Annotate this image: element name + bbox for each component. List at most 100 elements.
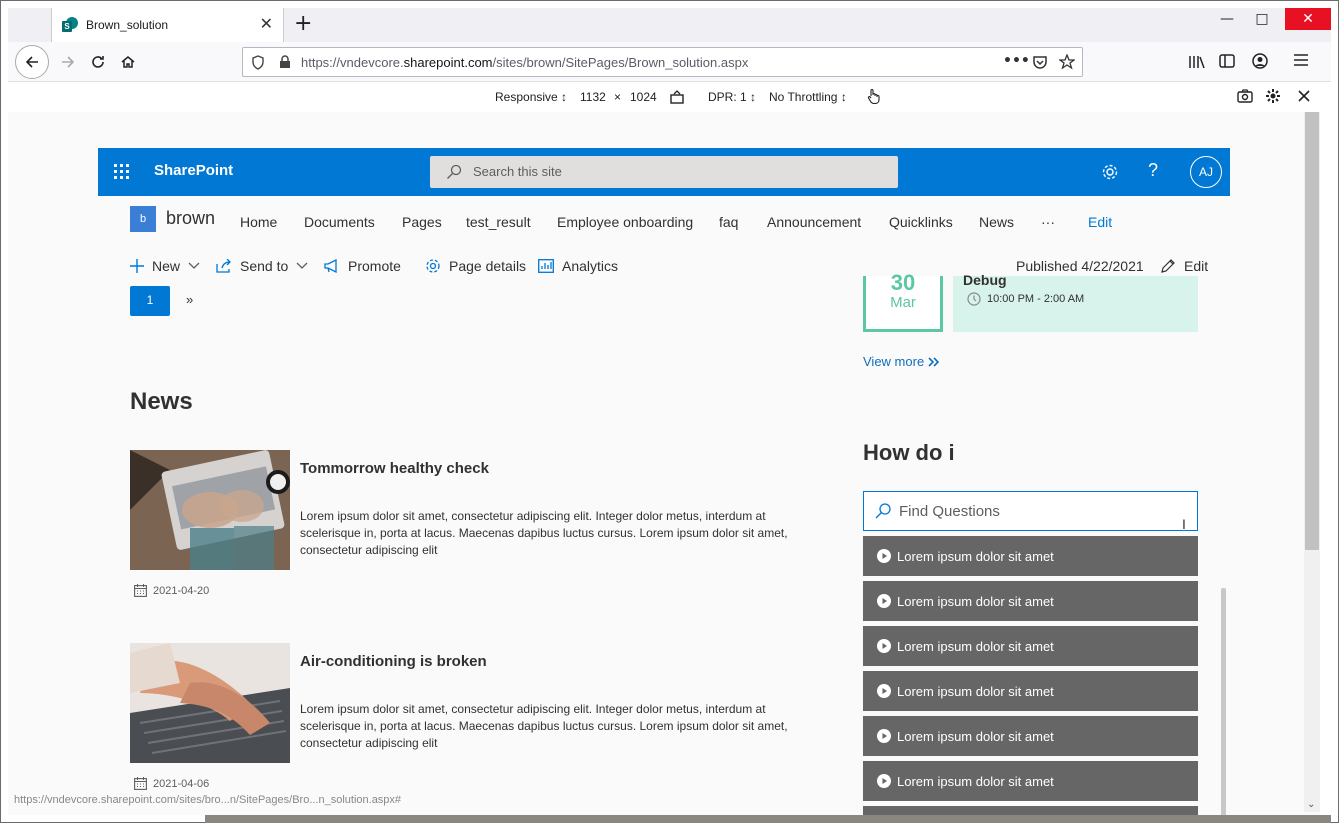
pager-next[interactable]: » bbox=[186, 292, 193, 307]
double-chevron-right-icon bbox=[928, 356, 940, 367]
page-details-label: Page details bbox=[449, 258, 527, 274]
site-logo[interactable]: b bbox=[130, 206, 156, 232]
chevron-down-icon bbox=[188, 262, 200, 269]
scroll-down-arrow-icon[interactable]: ⌄ bbox=[1307, 799, 1315, 810]
nav-item-pages[interactable]: Pages bbox=[402, 214, 442, 230]
nav-item-announcement[interactable]: Announcement bbox=[767, 214, 861, 230]
viewport-width-input[interactable]: 1132 bbox=[580, 90, 606, 104]
event-time: 10:00 PM - 2:00 AM bbox=[967, 292, 1084, 306]
text-cursor-icon: I bbox=[1182, 516, 1186, 532]
analytics-label: Analytics bbox=[562, 258, 619, 274]
news-headline[interactable]: Air-conditioning is broken bbox=[300, 653, 487, 670]
question-item[interactable]: Lorem ipsum dolor sit amet bbox=[863, 671, 1198, 711]
library-icon[interactable] bbox=[1188, 54, 1206, 70]
screenshot-camera-icon[interactable] bbox=[1237, 89, 1253, 103]
news-date-text: 2021-04-20 bbox=[153, 584, 210, 597]
dpr-selector[interactable]: DPR: 1 ↕ bbox=[708, 90, 756, 104]
view-more-link[interactable]: View more bbox=[863, 354, 940, 369]
analytics-button[interactable]: Analytics bbox=[538, 258, 618, 274]
touch-simulation-icon[interactable] bbox=[866, 88, 880, 104]
plus-icon bbox=[130, 259, 144, 273]
event-title[interactable]: Debug bbox=[963, 272, 1007, 288]
viewport-height-input[interactable]: 1024 bbox=[630, 90, 657, 104]
back-button[interactable] bbox=[15, 45, 49, 79]
new-button[interactable]: New bbox=[130, 258, 200, 274]
nav-item-test-result[interactable]: test_result bbox=[466, 214, 531, 230]
view-more-label: View more bbox=[863, 354, 925, 369]
user-avatar[interactable]: AJ bbox=[1190, 156, 1222, 188]
minimize-button[interactable]: — bbox=[1210, 8, 1244, 30]
calendar-icon bbox=[134, 777, 147, 790]
sidebar-icon[interactable] bbox=[1219, 54, 1235, 68]
page-edit-button[interactable]: Edit bbox=[1160, 258, 1208, 274]
nav-edit-link[interactable]: Edit bbox=[1088, 214, 1112, 230]
promote-button[interactable]: Promote bbox=[324, 258, 401, 274]
sharepoint-favicon-icon: S bbox=[62, 17, 78, 33]
search-icon bbox=[875, 503, 891, 519]
page-details-button[interactable]: Page details bbox=[425, 258, 526, 274]
question-text: Lorem ipsum dolor sit amet bbox=[897, 548, 1054, 564]
nav-item-home[interactable]: Home bbox=[240, 214, 277, 230]
reload-button[interactable] bbox=[84, 48, 112, 76]
questions-scrollbar[interactable] bbox=[1221, 588, 1226, 815]
help-icon[interactable]: ? bbox=[1148, 160, 1158, 181]
device-selector[interactable]: Responsive ↕ bbox=[495, 90, 567, 104]
nav-item-news[interactable]: News bbox=[979, 214, 1014, 230]
nav-more-icon[interactable]: ··· bbox=[1041, 214, 1055, 230]
tab-close-icon[interactable]: ✕ bbox=[260, 16, 273, 32]
question-item[interactable]: Lorem ipsum dolor sit amet bbox=[863, 626, 1198, 666]
play-circle-icon bbox=[877, 594, 891, 608]
site-search-box[interactable]: Search this site bbox=[430, 156, 898, 188]
scrollbar-thumb[interactable] bbox=[1305, 112, 1319, 550]
pencil-icon bbox=[1161, 259, 1175, 273]
event-card[interactable]: 30 Mar Debug 10:00 PM - 2:00 AM bbox=[863, 270, 1198, 332]
question-item[interactable]: Lorem ipsum dolor sit amet bbox=[863, 716, 1198, 756]
new-tab-icon[interactable]: + bbox=[294, 13, 312, 35]
event-time-text: 10:00 PM - 2:00 AM bbox=[987, 293, 1085, 305]
nav-item-documents[interactable]: Documents bbox=[304, 214, 375, 230]
close-rdm-icon[interactable] bbox=[1298, 90, 1310, 102]
nav-item-quicklinks[interactable]: Quicklinks bbox=[889, 214, 953, 230]
pocket-icon[interactable] bbox=[1032, 55, 1048, 70]
throttling-selector[interactable]: No Throttling ↕ bbox=[769, 90, 847, 104]
sharepoint-brand[interactable]: SharePoint bbox=[154, 162, 233, 179]
home-button[interactable] bbox=[114, 48, 142, 76]
new-label: New bbox=[152, 258, 181, 274]
question-item[interactable]: Lorem ipsum dolor sit amet bbox=[863, 536, 1198, 576]
maximize-button[interactable]: □ bbox=[1245, 8, 1279, 30]
hamburger-menu-icon[interactable] bbox=[1294, 54, 1308, 66]
news-thumbnail-laptop-image[interactable] bbox=[130, 450, 290, 570]
settings-gear-icon[interactable] bbox=[1265, 88, 1281, 104]
account-icon[interactable] bbox=[1252, 53, 1268, 69]
page-edit-label: Edit bbox=[1184, 258, 1209, 274]
pager-page-1[interactable]: 1 bbox=[130, 286, 170, 316]
news-thumbnail-keyboard-image[interactable] bbox=[130, 643, 290, 763]
question-text: Lorem ipsum dolor sit amet bbox=[897, 638, 1054, 654]
desktop-background-strip bbox=[205, 815, 1331, 823]
nav-item-employee-onboarding[interactable]: Employee onboarding bbox=[557, 214, 693, 230]
send-to-label: Send to bbox=[240, 258, 289, 274]
browser-tab[interactable]: S Brown_solution ✕ bbox=[51, 8, 284, 42]
app-launcher-icon[interactable] bbox=[114, 164, 130, 180]
url-text: https://vndevcore.sharepoint.com/sites/b… bbox=[301, 55, 749, 70]
question-item[interactable]: Lorem ipsum dolor sit amet bbox=[863, 581, 1198, 621]
settings-icon[interactable] bbox=[1100, 162, 1120, 182]
rotate-icon[interactable] bbox=[670, 90, 684, 104]
question-item[interactable]: Lorem ipsum dolor sit amet bbox=[863, 761, 1198, 801]
play-circle-icon bbox=[877, 774, 891, 788]
bookmark-star-icon[interactable] bbox=[1059, 54, 1075, 70]
site-title[interactable]: brown bbox=[166, 208, 215, 229]
window-close-button[interactable]: ✕ bbox=[1285, 8, 1331, 30]
nav-item-faq[interactable]: faq bbox=[719, 214, 738, 230]
find-questions-input[interactable]: Find Questions I bbox=[863, 491, 1198, 532]
event-month: Mar bbox=[890, 294, 916, 311]
question-text: Lorem ipsum dolor sit amet bbox=[897, 683, 1054, 699]
page-actions-icon[interactable]: ••• bbox=[1003, 53, 1030, 69]
calendar-icon bbox=[134, 584, 147, 597]
news-headline[interactable]: Tommorrow healthy check bbox=[300, 460, 489, 477]
question-item[interactable] bbox=[863, 806, 1198, 815]
forward-button[interactable] bbox=[54, 48, 82, 76]
send-to-button[interactable]: Send to bbox=[216, 258, 308, 274]
url-bar[interactable]: https://vndevcore.sharepoint.com/sites/b… bbox=[242, 47, 1083, 77]
page-scrollbar[interactable]: ⌄ bbox=[1304, 112, 1320, 812]
